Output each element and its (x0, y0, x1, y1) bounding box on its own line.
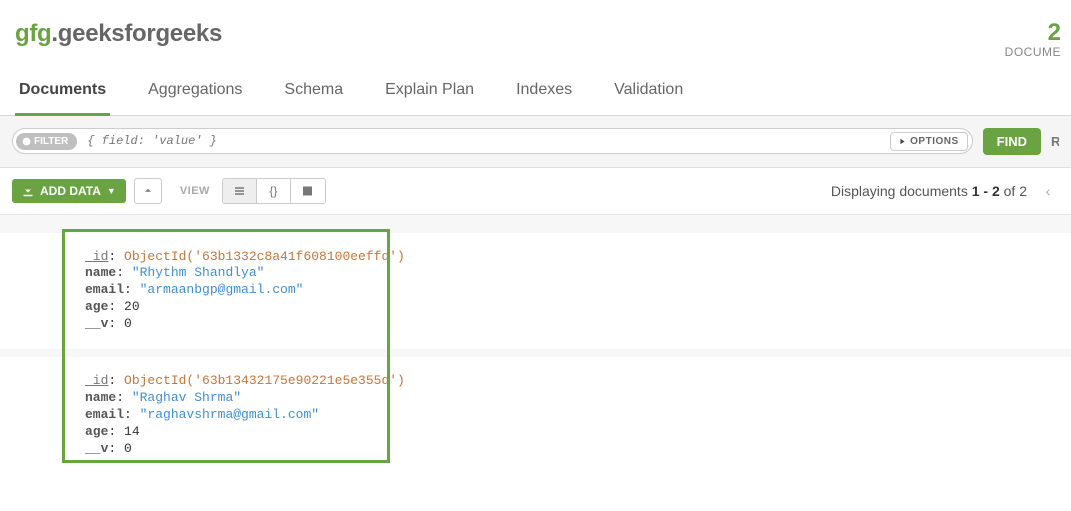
options-label: OPTIONS (910, 136, 959, 147)
namespace-breadcrumb: gfg.geeksforgeeks (15, 20, 222, 48)
tab-schema[interactable]: Schema (280, 71, 347, 116)
reset-button-stub[interactable]: R (1051, 134, 1059, 149)
document-row[interactable]: _id: ObjectId('63b13432175e90221e5e355d'… (0, 357, 1071, 473)
doc-count-label: DOCUME (1005, 46, 1061, 59)
tab-aggregations[interactable]: Aggregations (144, 71, 246, 116)
info-icon (22, 137, 31, 146)
list-icon (233, 185, 246, 197)
prev-page-button[interactable]: ‹ (1037, 180, 1059, 202)
documents-toolbar: ADD DATA ▼ VIEW {} Displaying documents … (0, 168, 1071, 215)
tab-explain-plan[interactable]: Explain Plan (381, 71, 478, 116)
view-switch: {} (222, 178, 326, 204)
options-button[interactable]: OPTIONS (890, 132, 968, 151)
filter-wrapper: FILTER OPTIONS (12, 128, 973, 154)
add-data-button[interactable]: ADD DATA ▼ (12, 179, 126, 203)
tab-validation[interactable]: Validation (610, 71, 687, 116)
table-icon (301, 185, 314, 197)
doc-count-number: 2 (1005, 20, 1061, 46)
document-row[interactable]: _id: ObjectId('63b1332c8a41f608100eeffd'… (0, 233, 1071, 349)
document-count: 2 DOCUME (1005, 20, 1061, 60)
view-label: VIEW (180, 185, 210, 197)
tab-indexes[interactable]: Indexes (512, 71, 576, 116)
import-file-button[interactable] (134, 178, 162, 204)
pager-text: Displaying documents 1 - 2 of 2 (831, 183, 1027, 199)
documents-area: _id: ObjectId('63b1332c8a41f608100eeffd'… (0, 215, 1071, 474)
add-data-label: ADD DATA (40, 184, 101, 198)
find-button[interactable]: FIND (983, 128, 1041, 155)
view-table-button[interactable] (291, 179, 325, 203)
caret-right-icon (899, 138, 906, 145)
filter-input[interactable] (77, 134, 890, 148)
db-name: gfg (15, 20, 51, 47)
collection-tabs: Documents Aggregations Schema Explain Pl… (0, 70, 1071, 116)
filter-chip[interactable]: FILTER (16, 133, 77, 150)
view-list-button[interactable] (223, 179, 257, 203)
download-icon (22, 185, 34, 197)
query-bar: FILTER OPTIONS FIND R (0, 116, 1071, 168)
caret-down-icon: ▼ (107, 186, 116, 196)
tab-documents[interactable]: Documents (15, 71, 110, 116)
filter-chip-label: FILTER (34, 136, 68, 147)
collection-name: geeksforgeeks (58, 20, 222, 47)
view-json-button[interactable]: {} (257, 179, 291, 203)
upload-icon (142, 185, 154, 197)
pager: Displaying documents 1 - 2 of 2 ‹ (831, 180, 1059, 202)
